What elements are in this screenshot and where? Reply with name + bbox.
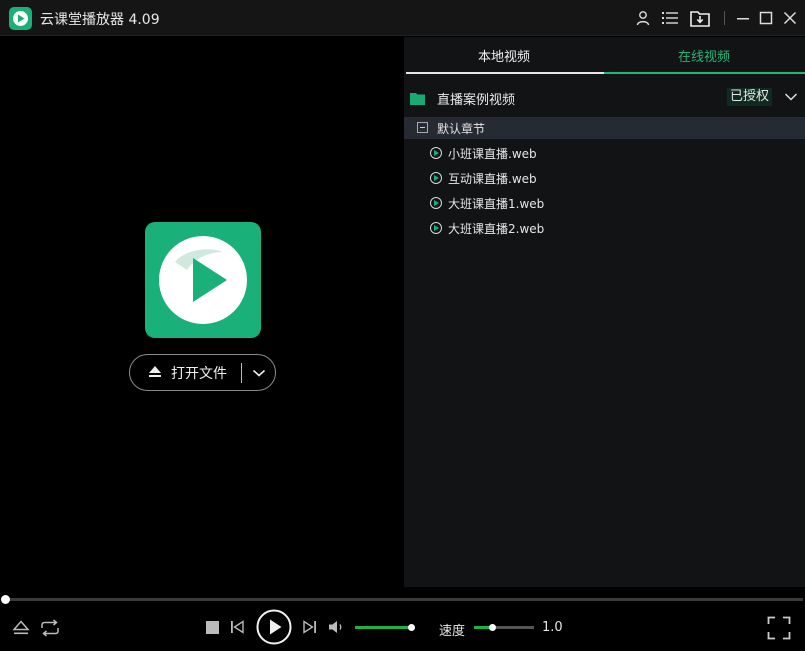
list-item[interactable]: 小班课直播.web [404, 141, 805, 165]
authorized-badge: 已授权 [727, 88, 773, 106]
minimize-icon[interactable] [731, 6, 755, 30]
volume-slider[interactable] [355, 626, 413, 629]
play-circle-icon [430, 147, 442, 159]
eject-icon [148, 363, 162, 382]
progress-track[interactable] [5, 598, 803, 601]
play-circle-icon [430, 197, 442, 209]
title-bar: 云课堂播放器 4.09 [0, 0, 805, 36]
collapse-icon[interactable] [417, 122, 428, 133]
open-file-label: 打开文件 [171, 365, 227, 382]
chevron-down-icon [252, 363, 266, 382]
maximize-icon[interactable] [754, 6, 778, 30]
control-bar: 速度 1.0 [0, 605, 805, 651]
progress-bar[interactable] [0, 595, 805, 605]
titlebar-divider [724, 11, 725, 25]
file-name: 互动课直播.web [448, 172, 537, 186]
eject-icon[interactable] [10, 617, 32, 639]
progress-handle[interactable] [1, 595, 10, 604]
folder-icon [410, 90, 425, 109]
list-item[interactable]: 大班课直播1.web [404, 191, 805, 215]
chapter-row[interactable]: 默认章节 [404, 117, 805, 139]
tab-online-video[interactable]: 在线视频 [604, 37, 804, 74]
play-circle-icon [430, 222, 442, 234]
folder-row[interactable]: 直播案例视频 已授权 [404, 82, 805, 112]
download-folder-icon[interactable] [688, 6, 712, 30]
open-file-button[interactable]: 打开文件 [129, 354, 276, 391]
fullscreen-icon[interactable] [766, 615, 792, 641]
playlist-panel: 本地视频 在线视频 直播案例视频 已授权 默认章节 小班课直播.web 互动课直… [404, 37, 805, 587]
app-title: 云课堂播放器 4.09 [40, 12, 160, 28]
app-logo-icon [9, 7, 32, 30]
file-name: 大班课直播1.web [448, 197, 545, 211]
close-icon[interactable] [778, 6, 802, 30]
open-file-main[interactable]: 打开文件 [130, 355, 241, 390]
video-area[interactable]: 打开文件 [0, 37, 404, 590]
open-file-dropdown[interactable] [242, 355, 275, 390]
previous-icon[interactable] [228, 618, 246, 636]
play-button[interactable] [256, 609, 292, 645]
tab-local-video[interactable]: 本地视频 [404, 37, 604, 74]
player-logo-icon [145, 222, 261, 338]
folder-name: 直播案例视频 [437, 93, 516, 108]
tab-online-underline [604, 72, 805, 74]
tab-local-underline [406, 72, 604, 74]
volume-slider-handle[interactable] [408, 624, 416, 631]
chapter-label: 默认章节 [437, 122, 486, 136]
next-icon[interactable] [301, 618, 319, 636]
user-icon[interactable] [631, 6, 655, 30]
list-icon[interactable] [658, 6, 682, 30]
chevron-down-icon[interactable] [782, 88, 800, 106]
speed-value: 1.0 [542, 620, 563, 635]
file-name: 小班课直播.web [448, 147, 537, 161]
speed-label: 速度 [439, 624, 466, 639]
file-name: 大班课直播2.web [448, 222, 545, 236]
playlist-tabs: 本地视频 在线视频 [404, 37, 805, 74]
loop-icon[interactable] [38, 617, 62, 639]
volume-icon[interactable] [327, 618, 347, 636]
list-item[interactable]: 互动课直播.web [404, 166, 805, 190]
list-item[interactable]: 大班课直播2.web [404, 216, 805, 240]
stop-icon[interactable] [203, 618, 221, 636]
speed-slider-handle[interactable] [489, 624, 496, 631]
play-circle-icon [430, 172, 442, 184]
